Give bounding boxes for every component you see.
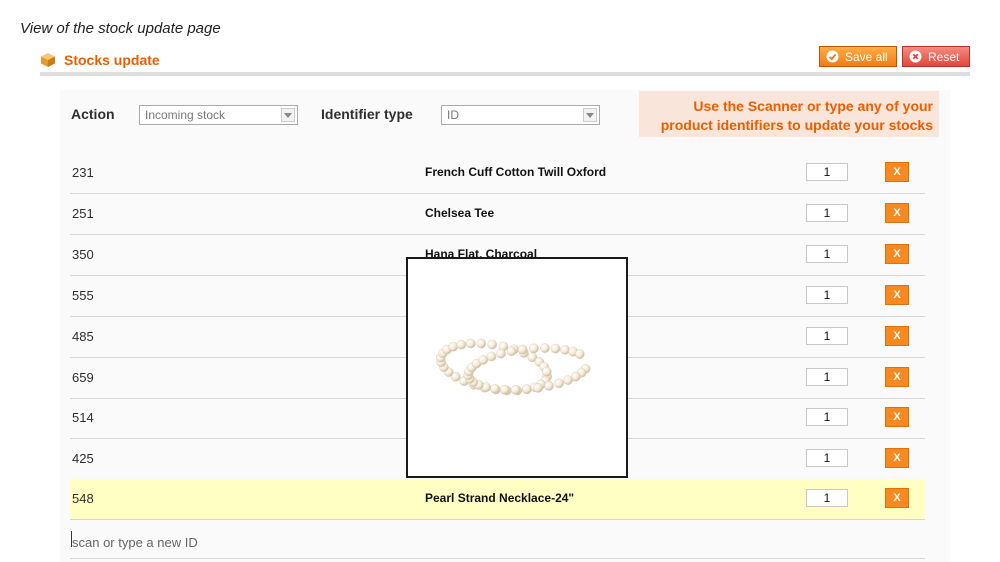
pearl-bead bbox=[476, 338, 486, 349]
table-row: 251 Chelsea Tee 1 X bbox=[70, 194, 925, 235]
row-id: 548 bbox=[72, 491, 94, 506]
pearl-bead bbox=[465, 338, 476, 349]
row-product-name: French Cuff Cotton Twill Oxford bbox=[425, 165, 607, 179]
remove-row-button[interactable]: X bbox=[885, 326, 909, 346]
remove-row-button[interactable]: X bbox=[885, 488, 909, 508]
quantity-input[interactable]: 1 bbox=[806, 368, 848, 386]
quantity-input[interactable]: 1 bbox=[806, 327, 848, 345]
text-caret bbox=[71, 531, 72, 547]
pearl-bead bbox=[487, 339, 497, 350]
identifier-type-label: Identifier type bbox=[321, 106, 413, 122]
quantity-input[interactable]: 1 bbox=[806, 163, 848, 181]
identifier-type-select[interactable]: ID bbox=[441, 105, 600, 125]
reset-label: Reset bbox=[928, 49, 960, 64]
pearl-bead bbox=[496, 348, 506, 359]
row-id: 350 bbox=[72, 247, 94, 262]
save-all-label: Save all bbox=[845, 49, 888, 64]
quantity-input[interactable]: 1 bbox=[806, 204, 848, 222]
row-id: 659 bbox=[72, 370, 94, 385]
box-icon bbox=[40, 52, 56, 68]
identifier-type-value: ID bbox=[447, 108, 459, 122]
row-id: 514 bbox=[72, 410, 94, 425]
remove-row-button[interactable]: X bbox=[885, 285, 909, 305]
header-divider bbox=[40, 72, 970, 76]
pearl-bead bbox=[490, 384, 500, 394]
row-id: 251 bbox=[72, 206, 94, 221]
page-caption: View of the stock update page bbox=[20, 20, 221, 37]
remove-row-button[interactable]: X bbox=[885, 203, 909, 223]
pearl-bead bbox=[522, 384, 532, 394]
action-label: Action bbox=[71, 106, 115, 122]
pearl-bead bbox=[506, 346, 517, 356]
scanner-notice: Use the Scanner or type any of your prod… bbox=[639, 91, 939, 137]
row-id: 485 bbox=[72, 329, 94, 344]
pearl-bead bbox=[456, 339, 467, 350]
row-product-name: Chelsea Tee bbox=[425, 206, 495, 220]
row-id: 231 bbox=[72, 165, 94, 180]
pearl-bead bbox=[529, 343, 539, 354]
pearl-bead bbox=[563, 375, 573, 385]
action-select-value: Incoming stock bbox=[145, 108, 226, 122]
pearl-bead bbox=[574, 349, 585, 359]
pearl-bead bbox=[541, 366, 552, 377]
check-icon bbox=[826, 50, 839, 63]
quantity-input[interactable]: 1 bbox=[806, 286, 848, 304]
pearl-bead bbox=[550, 343, 561, 354]
product-image-popup bbox=[406, 257, 628, 478]
pearl-necklace-image bbox=[435, 338, 591, 396]
table-row: 231 French Cuff Cotton Twill Oxford 1 X bbox=[70, 153, 925, 194]
remove-row-button[interactable]: X bbox=[885, 407, 909, 427]
action-select[interactable]: Incoming stock bbox=[139, 105, 298, 125]
chevron-down-icon bbox=[583, 108, 597, 122]
remove-row-button[interactable]: X bbox=[885, 162, 909, 182]
pearl-bead bbox=[544, 381, 554, 391]
quantity-input[interactable]: 1 bbox=[806, 489, 848, 507]
pearl-bead bbox=[500, 384, 510, 395]
pearl-bead bbox=[486, 351, 497, 362]
reset-button[interactable]: Reset bbox=[902, 46, 970, 67]
table-row-highlighted: 548 Pearl Strand Necklace-24" 1 X bbox=[70, 479, 925, 520]
quantity-input[interactable]: 1 bbox=[806, 449, 848, 467]
scan-id-input[interactable] bbox=[70, 527, 925, 559]
remove-row-button[interactable]: X bbox=[885, 448, 909, 468]
pearl-bead bbox=[560, 345, 570, 355]
chevron-down-icon bbox=[281, 108, 295, 122]
close-icon bbox=[909, 50, 922, 63]
row-product-name: Pearl Strand Necklace-24" bbox=[425, 491, 575, 505]
remove-row-button[interactable]: X bbox=[885, 367, 909, 387]
remove-row-button[interactable]: X bbox=[885, 244, 909, 264]
row-id: 555 bbox=[72, 288, 94, 303]
quantity-input[interactable]: 1 bbox=[806, 245, 848, 263]
quantity-input[interactable]: 1 bbox=[806, 408, 848, 426]
pearl-bead bbox=[554, 378, 564, 389]
row-id: 425 bbox=[72, 451, 94, 466]
save-all-button[interactable]: Save all bbox=[819, 46, 897, 67]
page-title: Stocks update bbox=[64, 52, 160, 68]
pearl-bead bbox=[540, 343, 550, 353]
pearl-bead bbox=[478, 355, 488, 365]
pearl-bead bbox=[517, 344, 528, 355]
pearl-bead bbox=[510, 385, 521, 395]
pearl-bead bbox=[448, 341, 459, 352]
pearl-bead bbox=[533, 383, 543, 393]
